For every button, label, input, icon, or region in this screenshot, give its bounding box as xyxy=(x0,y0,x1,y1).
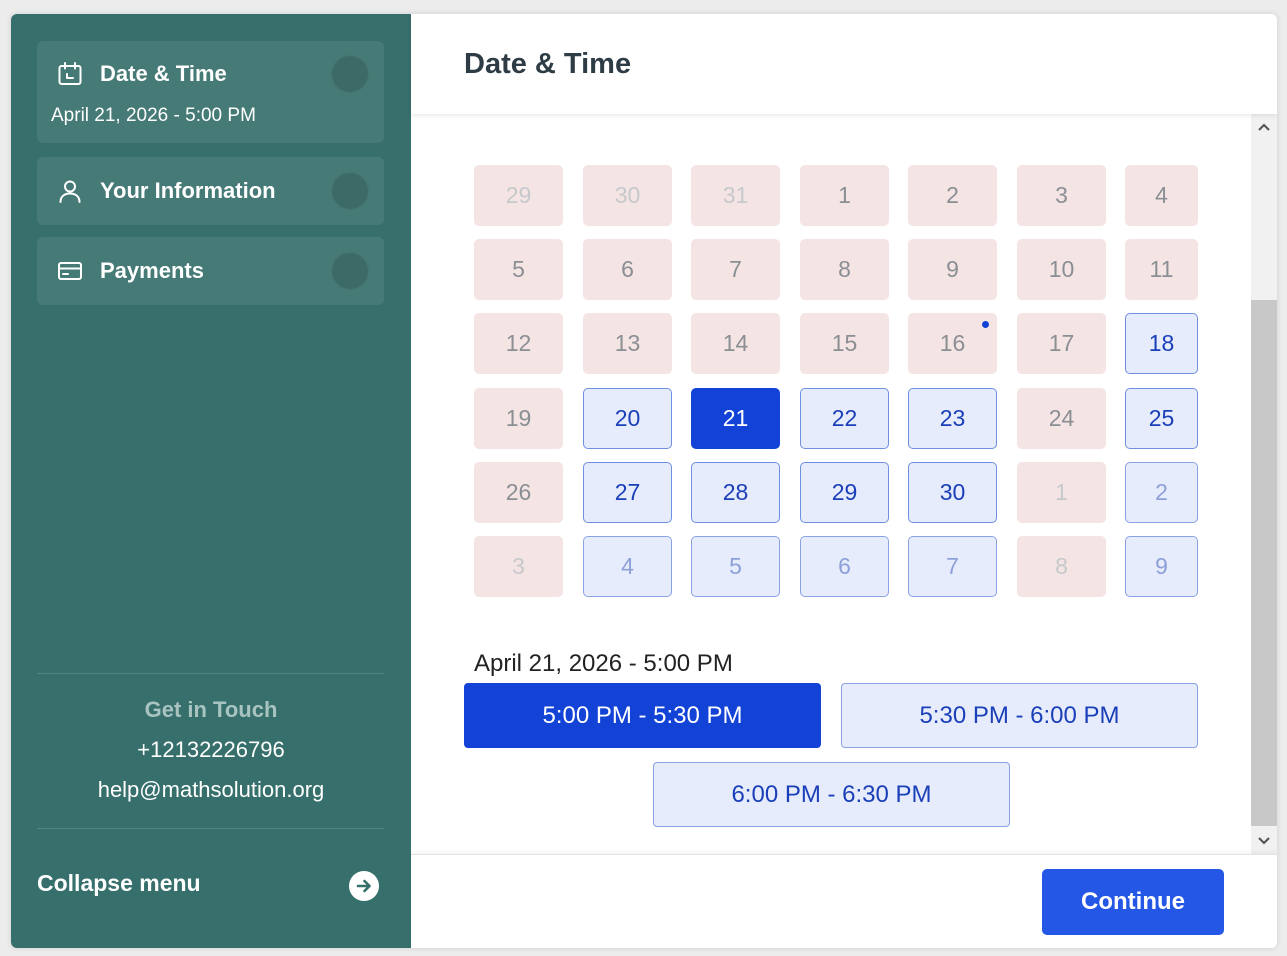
header: Date & Time xyxy=(411,14,1277,114)
footer: Continue xyxy=(411,854,1277,948)
calendar-day: 2 xyxy=(908,165,997,226)
step-status-indicator xyxy=(331,172,369,210)
calendar-day[interactable]: 18 xyxy=(1125,313,1198,374)
calendar-day[interactable]: 28 xyxy=(691,462,780,523)
calendar-icon xyxy=(57,61,83,87)
calendar-day[interactable]: 4 xyxy=(583,536,672,597)
calendar-day: 16 xyxy=(908,313,997,374)
arrow-right-circle-icon[interactable] xyxy=(349,871,379,901)
calendar-day: 1 xyxy=(1017,462,1106,523)
calendar-day: 13 xyxy=(583,313,672,374)
sidebar-step-payments[interactable]: Payments xyxy=(37,237,384,305)
sidebar-step-date-time[interactable]: Date & Time April 21, 2026 - 5:00 PM xyxy=(37,41,384,143)
today-indicator xyxy=(982,321,989,328)
calendar-day[interactable]: 30 xyxy=(908,462,997,523)
calendar-day: 29 xyxy=(474,165,563,226)
calendar-day: 3 xyxy=(1017,165,1106,226)
calendar-day: 31 xyxy=(691,165,780,226)
calendar-day: 14 xyxy=(691,313,780,374)
calendar-day[interactable]: 6 xyxy=(800,536,889,597)
contact-title: Get in Touch xyxy=(144,697,278,722)
calendar-day: 1 xyxy=(800,165,889,226)
calendar-day: 6 xyxy=(583,239,672,300)
collapse-menu-button[interactable]: Collapse menu xyxy=(37,870,201,897)
calendar-day[interactable]: 25 xyxy=(1125,388,1198,449)
scroll-up-icon[interactable] xyxy=(1251,114,1277,140)
calendar-day[interactable]: 27 xyxy=(583,462,672,523)
calendar-day: 24 xyxy=(1017,388,1106,449)
sidebar-step-label: Date & Time xyxy=(100,61,227,86)
calendar-day[interactable]: 5 xyxy=(691,536,780,597)
calendar-day: 7 xyxy=(691,239,780,300)
calendar-day[interactable]: 22 xyxy=(800,388,889,449)
step-status-indicator xyxy=(331,252,369,290)
calendar-day: 30 xyxy=(583,165,672,226)
calendar-day: 15 xyxy=(800,313,889,374)
time-slot-button[interactable]: 6:00 PM - 6:30 PM xyxy=(653,762,1010,827)
calendar-day[interactable]: 23 xyxy=(908,388,997,449)
calendar-day: 17 xyxy=(1017,313,1106,374)
scrollbar[interactable] xyxy=(1251,114,1277,854)
page-title: Date & Time xyxy=(464,48,632,80)
calendar-day: 8 xyxy=(1017,536,1106,597)
main-content: 29 30 31 1 2 3 4 5 6 7 8 9 10 11 12 13 14 15 16 17 18 19 20 21 2… xyxy=(411,114,1251,854)
sidebar-step-your-information[interactable]: Your Information xyxy=(37,157,384,225)
calendar-day[interactable]: 7 xyxy=(908,536,997,597)
scroll-thumb[interactable] xyxy=(1251,300,1277,826)
time-slot-button[interactable]: 5:00 PM - 5:30 PM xyxy=(464,683,821,748)
calendar-day[interactable]: 2 xyxy=(1125,462,1198,523)
calendar-day[interactable]: 29 xyxy=(800,462,889,523)
calendar-day: 10 xyxy=(1017,239,1106,300)
scroll-down-icon[interactable] xyxy=(1251,828,1277,854)
divider xyxy=(37,828,384,829)
calendar-day: 9 xyxy=(908,239,997,300)
calendar-day[interactable]: 21 xyxy=(691,388,780,449)
calendar-day: 8 xyxy=(800,239,889,300)
sidebar-step-label: Your Information xyxy=(100,178,276,203)
step-status-indicator xyxy=(331,55,369,93)
divider xyxy=(37,673,384,674)
calendar-day: 19 xyxy=(474,388,563,449)
calendar-day: 4 xyxy=(1125,165,1198,226)
contact-email: help@mathsolution.org xyxy=(97,777,325,802)
sidebar: Date & Time April 21, 2026 - 5:00 PM You… xyxy=(11,14,411,948)
sidebar-step-label: Payments xyxy=(100,258,204,283)
continue-button[interactable]: Continue xyxy=(1042,869,1224,935)
selected-datetime-label: April 21, 2026 - 5:00 PM xyxy=(474,650,733,677)
credit-card-icon xyxy=(57,258,83,284)
booking-window: Date & Time April 21, 2026 - 5:00 PM You… xyxy=(11,14,1277,948)
contact-phone: +12132226796 xyxy=(137,737,285,762)
calendar-day[interactable]: 20 xyxy=(583,388,672,449)
calendar-day: 3 xyxy=(474,536,563,597)
calendar-day: 11 xyxy=(1125,239,1198,300)
calendar-day: 5 xyxy=(474,239,563,300)
user-icon xyxy=(57,178,83,204)
calendar-day: 26 xyxy=(474,462,563,523)
calendar-day: 12 xyxy=(474,313,563,374)
sidebar-step-summary: April 21, 2026 - 5:00 PM xyxy=(51,105,256,126)
calendar-day[interactable]: 9 xyxy=(1125,536,1198,597)
time-slot-button[interactable]: 5:30 PM - 6:00 PM xyxy=(841,683,1198,748)
